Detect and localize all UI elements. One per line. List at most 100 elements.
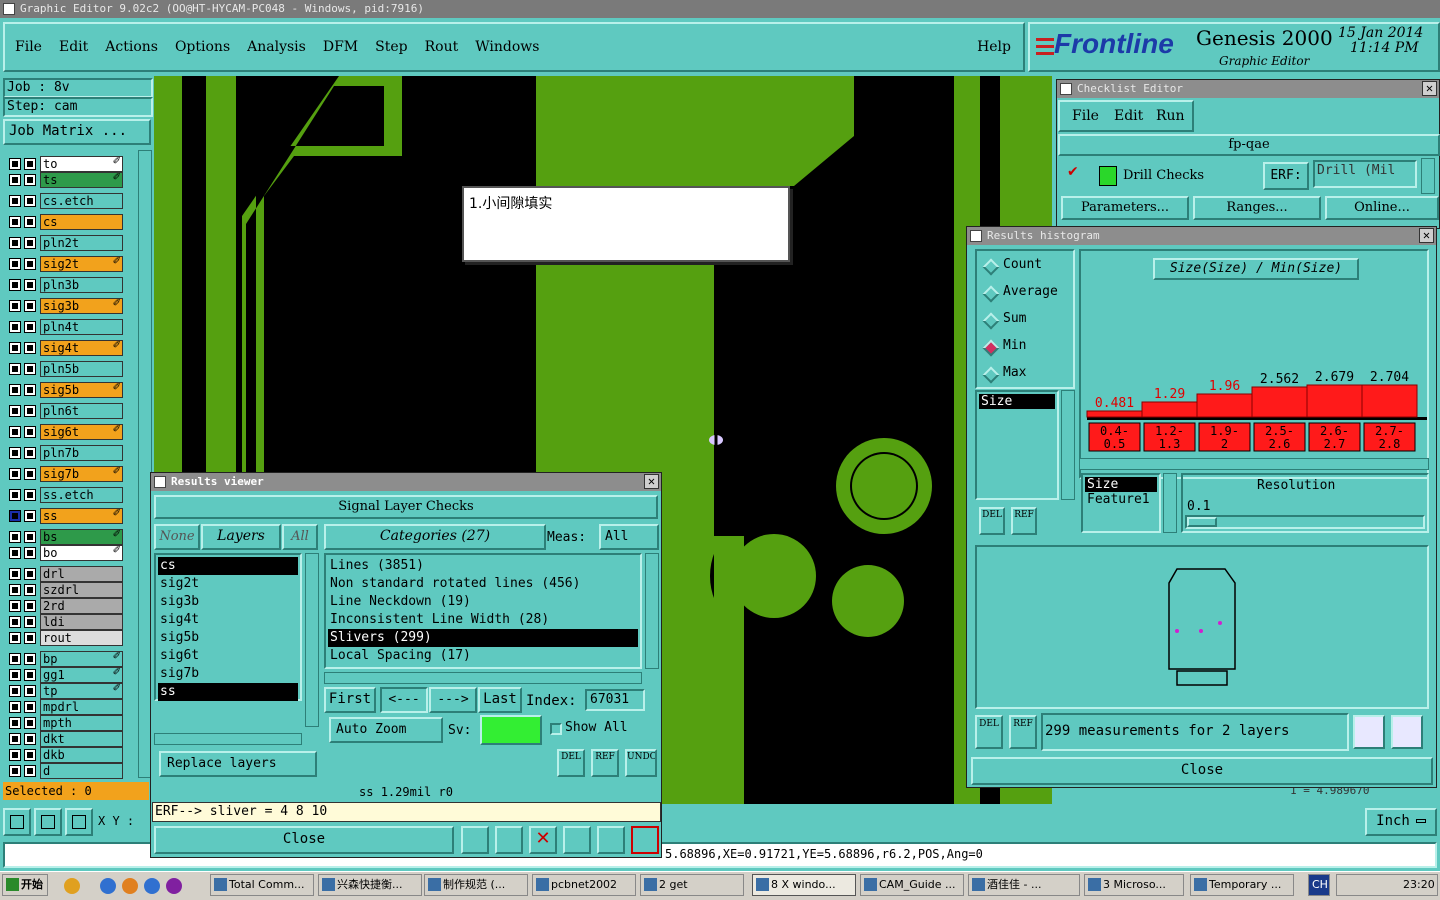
- layer-checkbox[interactable]: [9, 195, 21, 207]
- layer-item-dkt[interactable]: dkt: [6, 731, 124, 747]
- layer-item-rout[interactable]: rout: [6, 630, 124, 646]
- layer-affect-box[interactable]: [24, 653, 36, 665]
- quick-launch-icon[interactable]: [144, 878, 160, 894]
- layer-affect-box[interactable]: [24, 237, 36, 249]
- checklist-menu-run[interactable]: Run: [1156, 108, 1185, 124]
- histogram-close-icon[interactable]: ✕: [1419, 228, 1434, 243]
- histogram-bar[interactable]: [1141, 401, 1198, 418]
- parameters-button[interactable]: Parameters...: [1061, 196, 1189, 220]
- layer-affect-box[interactable]: [24, 600, 36, 612]
- quick-launch-icon[interactable]: [166, 878, 182, 894]
- rv-undo-button[interactable]: UNDO: [625, 749, 657, 777]
- layer-checkbox[interactable]: [9, 279, 21, 291]
- check-name[interactable]: Drill Checks: [1123, 168, 1204, 183]
- layer-item-cs[interactable]: cs: [6, 214, 124, 230]
- results-layer-list[interactable]: cs sig2t sig3b sig4t sig5b sig6t sig7b ss: [154, 553, 302, 701]
- layer-checkbox[interactable]: [9, 669, 21, 681]
- layer-item-tp[interactable]: tp ✐: [6, 683, 124, 699]
- quick-launch-icon[interactable]: [100, 878, 116, 894]
- layer-checkbox[interactable]: [9, 568, 21, 580]
- index-input[interactable]: 67031: [585, 689, 645, 711]
- layer-checkbox[interactable]: [9, 158, 21, 170]
- layer-item-pln4t[interactable]: pln4t: [6, 319, 124, 335]
- taskbar-item[interactable]: 8 X windo...: [752, 874, 856, 896]
- layer-affect-box[interactable]: [24, 531, 36, 543]
- layer-item-bo[interactable]: bo ✐: [6, 545, 124, 561]
- layer-checkbox[interactable]: [9, 733, 21, 745]
- result-layer-item[interactable]: sig4t: [158, 611, 298, 629]
- histogram-bar[interactable]: [1196, 393, 1253, 418]
- layer-affect-box[interactable]: [24, 279, 36, 291]
- hist-ref-button[interactable]: REF: [1011, 507, 1037, 535]
- layer-item-pln7b[interactable]: pln7b: [6, 445, 124, 461]
- result-layer-item[interactable]: sig3b: [158, 593, 298, 611]
- layer-item-mpdrl[interactable]: mpdrl: [6, 699, 124, 715]
- layer-item-ts[interactable]: ts ✐: [6, 172, 124, 188]
- layer-affect-box[interactable]: [24, 447, 36, 459]
- layer-affect-box[interactable]: [24, 384, 36, 396]
- layers-button[interactable]: Layers: [201, 524, 281, 550]
- meas-dropdown[interactable]: All: [599, 524, 659, 550]
- menu-windows[interactable]: Windows: [475, 39, 539, 55]
- layer-checkbox[interactable]: [9, 749, 21, 761]
- zoom-tool-icon[interactable]: [3, 808, 31, 836]
- taskbar-item[interactable]: pcbnet2002: [532, 874, 636, 896]
- layer-affect-box[interactable]: [24, 321, 36, 333]
- units-dropdown[interactable]: Inch: [1365, 808, 1437, 836]
- layer-item-mpth[interactable]: mpth: [6, 715, 124, 731]
- show-all-checkbox[interactable]: [550, 723, 562, 735]
- first-button[interactable]: First: [324, 687, 376, 713]
- result-layer-item[interactable]: cs: [158, 557, 298, 575]
- histogram-close-button[interactable]: Close: [971, 757, 1433, 785]
- layer-item-sig5b[interactable]: sig5b ✐: [6, 382, 124, 398]
- resolution-slider-thumb[interactable]: [1187, 517, 1217, 527]
- layer-item-sig3b[interactable]: sig3b ✐: [6, 298, 124, 314]
- taskbar-item[interactable]: 酒佳佳 - ...: [968, 874, 1080, 896]
- auto-zoom-dropdown[interactable]: Auto Zoom: [329, 717, 443, 743]
- measure-tool-icon[interactable]: [34, 808, 62, 836]
- layer-affect-box[interactable]: [24, 158, 36, 170]
- clear-icon[interactable]: ✕: [529, 826, 557, 854]
- taskbar-item[interactable]: Temporary ...: [1190, 874, 1294, 896]
- layer-affect-box[interactable]: [24, 405, 36, 417]
- layer-checkbox[interactable]: [9, 584, 21, 596]
- layer-affect-box[interactable]: [24, 584, 36, 596]
- layer-checkbox[interactable]: [9, 342, 21, 354]
- menu-edit[interactable]: Edit: [59, 39, 88, 55]
- layer-checkbox[interactable]: [9, 216, 21, 228]
- rv-ref-button[interactable]: REF: [591, 749, 619, 777]
- histogram-field-list[interactable]: Size: [975, 390, 1059, 500]
- layer-affect-box[interactable]: [24, 426, 36, 438]
- layer-checkbox[interactable]: [9, 701, 21, 713]
- taskbar-item[interactable]: Total Comm...: [210, 874, 314, 896]
- layer-affect-box[interactable]: [24, 468, 36, 480]
- layer-checkbox[interactable]: [9, 510, 21, 522]
- mode-count-radio[interactable]: [982, 258, 1000, 276]
- report-icon[interactable]: [597, 826, 625, 854]
- result-layer-item[interactable]: sig5b: [158, 629, 298, 647]
- histogram-bottom-list[interactable]: Size Feature1: [1081, 473, 1161, 533]
- next-button[interactable]: --->: [429, 687, 477, 713]
- highlight-icon[interactable]: [495, 826, 523, 854]
- layer-checkbox[interactable]: [9, 489, 21, 501]
- menu-rout[interactable]: Rout: [425, 39, 459, 55]
- last-button[interactable]: Last: [478, 687, 522, 713]
- menu-actions[interactable]: Actions: [105, 39, 158, 55]
- ranges-button[interactable]: Ranges...: [1193, 196, 1321, 220]
- layer-checkbox[interactable]: [9, 531, 21, 543]
- menu-dfm[interactable]: DFM: [323, 39, 358, 55]
- layer-affect-box[interactable]: [24, 547, 36, 559]
- layer-affect-box[interactable]: [24, 216, 36, 228]
- summary-zoom-icon[interactable]: [1391, 715, 1423, 749]
- preview-ref-button[interactable]: REF: [1009, 715, 1037, 749]
- mode-average-radio[interactable]: [982, 285, 1000, 303]
- layer-affect-box[interactable]: [24, 342, 36, 354]
- layer-affect-box[interactable]: [24, 568, 36, 580]
- layer-item-dkb[interactable]: dkb: [6, 747, 124, 763]
- job-matrix-button[interactable]: Job Matrix ...: [3, 119, 151, 145]
- result-category-item[interactable]: Slivers (299): [328, 629, 638, 647]
- hist-del-button[interactable]: DEL: [979, 507, 1005, 535]
- counter-icon[interactable]: [563, 826, 591, 854]
- layer-checkbox[interactable]: [9, 426, 21, 438]
- layer-item-bs[interactable]: bs ✐: [6, 529, 124, 545]
